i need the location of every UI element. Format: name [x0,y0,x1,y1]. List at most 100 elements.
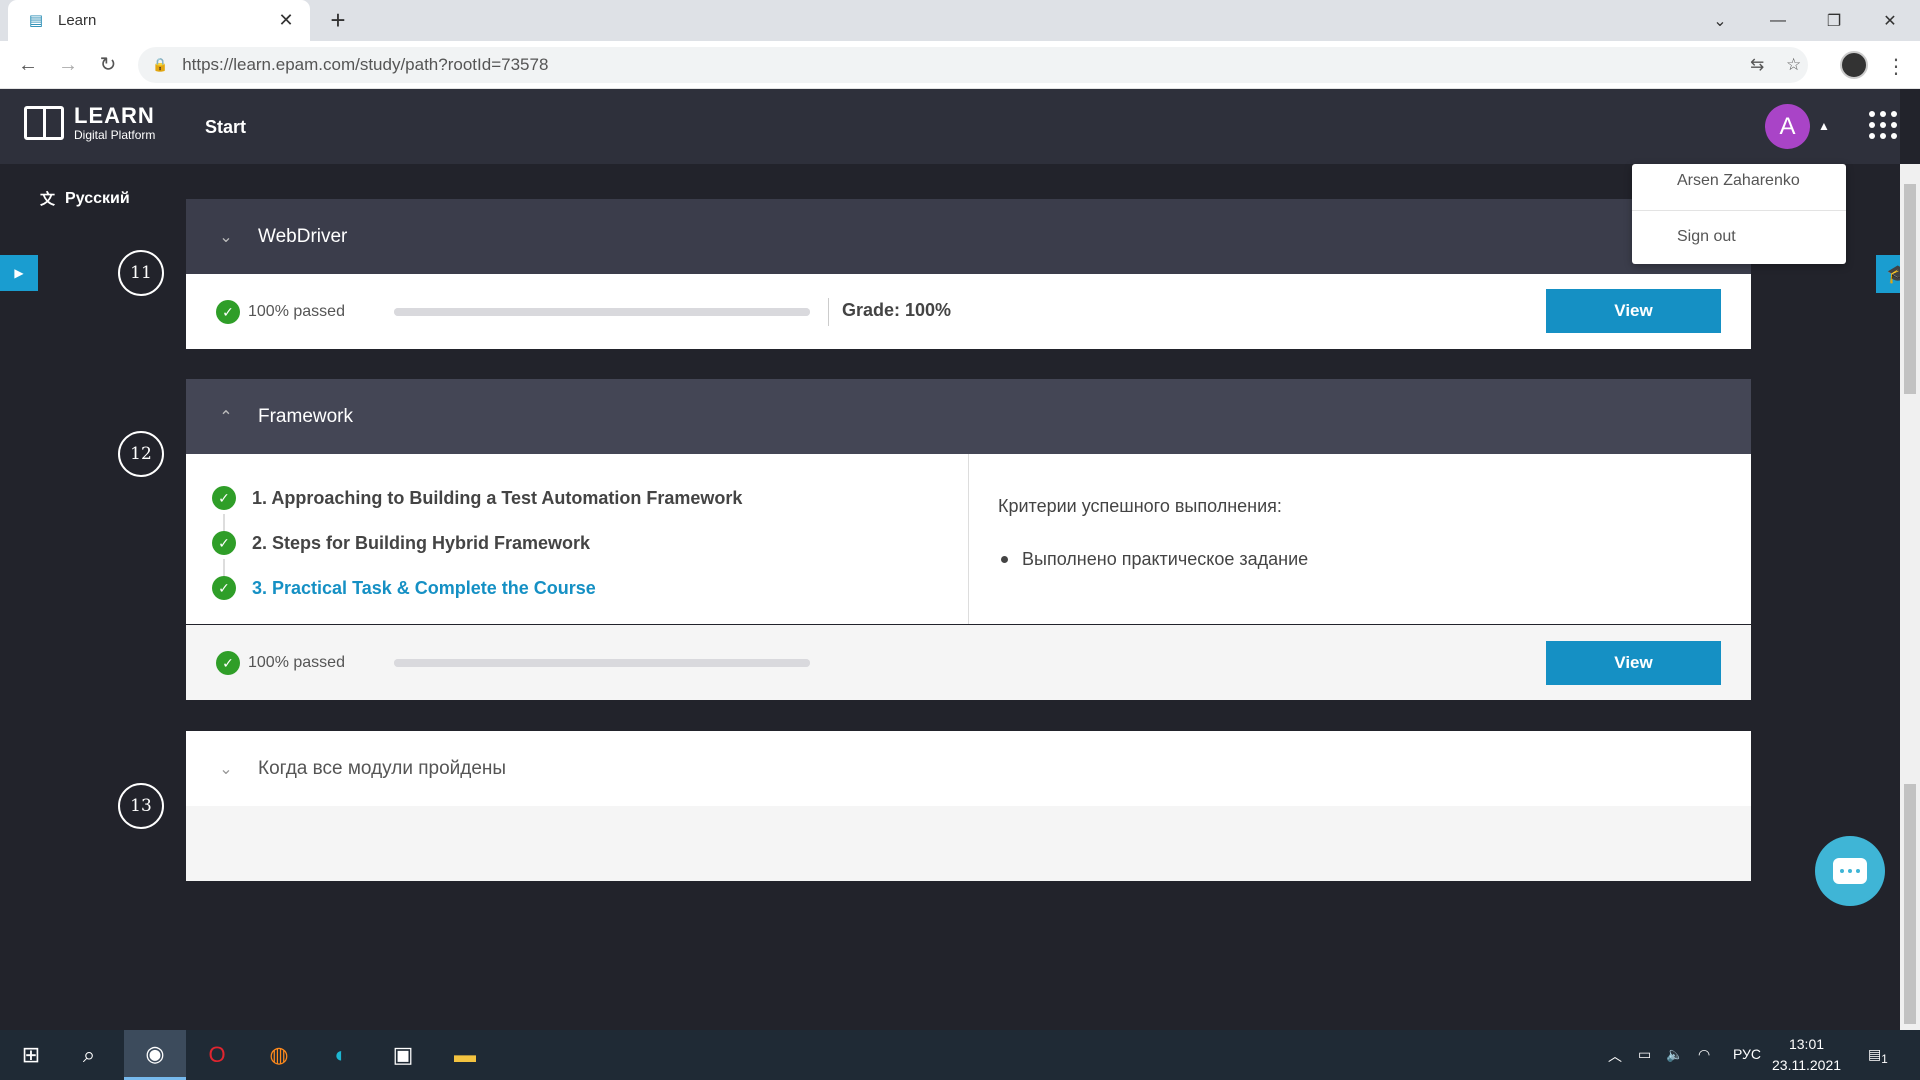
taskbar: ⊞ ⌕ ◉ O ◍ ◐ ▣ ▬ ︿ ▭ 🔈 ◠ РУС 13:01 23.11.… [0,1030,1920,1080]
reload-icon[interactable]: ↻ [94,51,122,79]
tab-title: Learn [58,12,97,29]
module-content: ✓ 1. Approaching to Building a Test Auto… [186,454,1751,624]
sign-out-link[interactable]: Sign out [1677,228,1736,246]
module-footer: ✓ 100% passed View [186,625,1751,700]
search-icon[interactable]: ⌕ [58,1030,120,1080]
chat-button[interactable] [1815,836,1885,906]
user-menu: Arsen Zaharenko Sign out [1632,164,1846,264]
lock-icon: 🔒 [152,57,169,72]
bookmark-star-icon[interactable]: ☆ [1786,55,1801,75]
chevron-up-icon[interactable]: ︿ [1608,1046,1622,1066]
close-window-button[interactable]: ✕ [1862,0,1918,41]
lesson-title: 1. Approaching to Building a Test Automa… [252,487,743,508]
view-button[interactable]: View [1546,289,1721,333]
criteria-item: Выполнено практическое задание [1001,549,1308,570]
minimize-button[interactable]: — [1750,0,1806,41]
time: 13:01 [1788,1036,1825,1052]
caret-up-icon[interactable]: ▲ [1818,119,1830,133]
date: 23.11.2021 [1772,1057,1842,1073]
module-title: WebDriver [258,225,348,247]
scrollbar-thumb-lower[interactable] [1904,784,1916,1024]
browser-tab[interactable]: ▤ Learn ✕ [8,0,310,41]
windows-start-icon[interactable]: ⊞ [0,1030,62,1080]
translate-icon: 文 [40,191,56,208]
app-header [0,89,1900,164]
module-number: 11 [118,250,164,296]
progress-bar [394,659,810,667]
module-header-final[interactable]: ⌄ Когда все модули пройдены [186,731,1751,806]
url-text: https://learn.epam.com/study/path?rootId… [182,55,549,74]
language-label: Русский [65,189,130,207]
chat-icon [1833,858,1867,884]
language-switcher[interactable]: 文 Русский [40,188,130,209]
page-scrollbar[interactable] [1900,164,1920,1030]
progress-fill [394,308,810,316]
forward-icon[interactable]: → [54,51,82,79]
back-icon[interactable]: ← [14,51,42,79]
translate-icon[interactable]: ⇆ [1750,55,1764,75]
url-field[interactable]: 🔒 https://learn.epam.com/study/path?root… [138,47,1808,83]
browser-tab-bar: ▤ Learn ✕ + ⌄ — ❐ ✕ [0,0,1920,41]
module-title: Framework [258,405,354,427]
separator [828,298,829,326]
check-icon: ✓ [216,650,240,675]
browser-menu-icon[interactable]: ⋮ [1886,54,1906,79]
notifications-icon[interactable]: ▤1 [1868,1046,1888,1066]
check-icon: ✓ [212,531,236,555]
chrome-icon[interactable]: ◉ [124,1030,186,1080]
module-title: Когда все модули пройдены [258,757,507,779]
column-divider [968,454,969,624]
notification-count: 1 [1881,1052,1888,1066]
opera-icon[interactable]: O [186,1030,248,1080]
criteria-title: Критерии успешного выполнения: [998,496,1282,516]
module-header-framework[interactable]: ⌃ Framework [186,379,1751,454]
wifi-icon[interactable]: ◠ [1698,1046,1710,1063]
check-icon: ✓ [212,576,236,600]
check-icon: ✓ [216,299,240,324]
lesson-item[interactable]: ✓ 1. Approaching to Building a Test Auto… [212,486,742,510]
chevron-down-icon: ⌄ [219,760,233,778]
logo-subtitle: Digital Platform [74,128,156,142]
divider [1632,210,1846,211]
input-language[interactable]: РУС [1733,1046,1761,1062]
passed-status: 100% passed [248,302,345,320]
lesson-title: 2. Steps for Building Hybrid Framework [252,532,591,553]
module-number: 12 [118,431,164,477]
passed-status: 100% passed [248,653,345,671]
chevron-down-icon: ⌄ [219,228,233,246]
user-avatar[interactable]: A [1765,104,1810,149]
module-number: 13 [118,783,164,829]
check-icon: ✓ [212,486,236,510]
user-name: Arsen Zaharenko [1677,172,1800,189]
edge-icon[interactable]: ◐ [310,1030,372,1080]
bullet-icon [1001,556,1008,563]
sidebar-expand-button[interactable]: ▶ [0,255,38,291]
address-bar: ← → ↻ 🔒 https://learn.epam.com/study/pat… [0,41,1920,89]
tab-search-icon[interactable]: ⌄ [1692,0,1748,41]
lesson-item[interactable]: ✓ 2. Steps for Building Hybrid Framework [212,531,590,555]
nav-start[interactable]: Start [205,117,246,138]
battery-icon[interactable]: ▭ [1638,1046,1651,1063]
close-tab-icon[interactable]: ✕ [276,10,296,31]
clock[interactable]: 13:01 23.11.2021 [1772,1034,1841,1076]
lesson-item-active[interactable]: ✓ 3. Practical Task & Complete the Cours… [212,576,596,600]
firefox-icon[interactable]: ◍ [248,1030,310,1080]
logo[interactable]: LEARN Digital Platform [24,104,155,142]
new-tab-button[interactable]: + [324,6,352,34]
restore-button[interactable]: ❐ [1806,0,1862,41]
grade-label: Grade: 100% [842,300,952,320]
lesson-title: 3. Practical Task & Complete the Course [252,577,596,598]
progress-fill [394,659,810,667]
module-header-webdriver[interactable]: ⌄ WebDriver [186,199,1751,274]
progress-bar [394,308,810,316]
module-footer: ✓ 100% passed Grade: 100% View [186,274,1751,349]
folder-icon[interactable]: ▬ [434,1030,496,1080]
apps-grid-icon[interactable] [1869,111,1897,139]
chevron-up-icon: ⌃ [219,408,233,426]
view-button[interactable]: View [1546,641,1721,685]
volume-icon[interactable]: 🔈 [1666,1046,1683,1063]
browser-profile-avatar[interactable] [1840,51,1868,79]
logo-title: LEARN [74,103,155,128]
store-icon[interactable]: ▣ [372,1030,434,1080]
scrollbar-thumb[interactable] [1904,184,1916,394]
